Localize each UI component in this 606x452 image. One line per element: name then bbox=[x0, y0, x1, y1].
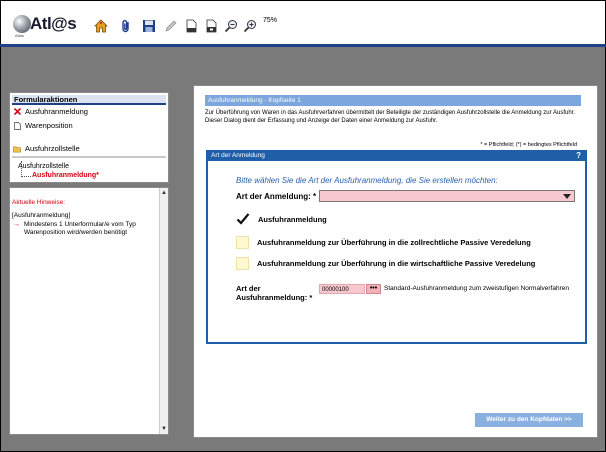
paperclip-icon[interactable] bbox=[118, 18, 133, 33]
export-declaration-code-field[interactable]: 00000100 bbox=[319, 284, 365, 294]
zoom-out-icon[interactable] bbox=[223, 18, 238, 33]
zoom-level: 75% bbox=[263, 17, 278, 24]
export-declaration-description: Standard-Ausfuhranmeldung zum zweistufig… bbox=[384, 285, 569, 292]
sidebar-item-label: Ausfuhrzollstelle bbox=[25, 144, 80, 153]
hints-scrollbar[interactable]: ▲ ▼ bbox=[159, 188, 168, 434]
arrow-right-icon: → bbox=[13, 221, 20, 228]
form-header: Ausfuhranmeldung - Kopfseite 1 bbox=[205, 95, 581, 106]
option-label: Ausfuhranmeldung bbox=[258, 214, 327, 224]
option-ausfuhranmeldung[interactable]: Ausfuhranmeldung bbox=[236, 212, 327, 226]
save-icon[interactable] bbox=[141, 18, 156, 33]
card-title: Art der Anmeldung bbox=[206, 150, 587, 161]
checkmark-icon[interactable] bbox=[236, 212, 250, 226]
sidebar-item-label: Ausfuhranmeldung bbox=[25, 107, 88, 116]
selection-prompt: Bitte wählen Sie die Art der Ausfuhranme… bbox=[236, 176, 498, 185]
next-to-header-data-button[interactable]: Weiter zu den Kopfdaten >> bbox=[475, 413, 583, 427]
logo-subtext: Atlas bbox=[15, 33, 24, 38]
sidebar-item-ausfuhranmeldung[interactable]: Ausfuhranmeldung bbox=[13, 107, 88, 116]
label-line: Ausfuhranmeldung: * bbox=[236, 293, 313, 302]
form-actions-panel: Formularaktionen Ausfuhranmeldung Warenp… bbox=[9, 92, 169, 183]
option-checkbox[interactable] bbox=[236, 236, 249, 249]
frame-border-left bbox=[0, 0, 1, 452]
close-red-icon bbox=[13, 108, 21, 116]
atlas-logo: Atl@s Atlas bbox=[13, 13, 77, 38]
zoom-in-icon[interactable] bbox=[242, 18, 257, 33]
option-zollrechtliche-veredelung[interactable]: Ausfuhranmeldung zur Überführung in die … bbox=[236, 236, 531, 249]
option-wirtschaftliche-veredelung[interactable]: Ausfuhranmeldung zur Überführung in die … bbox=[236, 257, 535, 270]
scroll-down-icon[interactable]: ▼ bbox=[160, 425, 168, 433]
document-icon bbox=[13, 121, 21, 130]
hints-title: Aktuelle Hinweise: bbox=[12, 199, 66, 206]
main-form-panel: Ausfuhranmeldung - Kopfseite 1 Zur Überf… bbox=[193, 85, 598, 438]
hints-message: Mindestens 1 Unterformular/e vom Typ War… bbox=[24, 221, 136, 236]
hints-panel: Aktuelle Hinweise: [Ausfuhranmeldung] → … bbox=[9, 187, 169, 435]
label-line: Art der bbox=[236, 284, 261, 293]
option-checkbox[interactable] bbox=[236, 257, 249, 270]
folder-icon bbox=[13, 145, 21, 153]
chevron-down-icon[interactable] bbox=[563, 194, 571, 199]
scroll-up-icon[interactable]: ▲ bbox=[160, 189, 168, 197]
pencil-icon[interactable] bbox=[163, 18, 178, 33]
declaration-type-select[interactable] bbox=[319, 190, 575, 202]
code-lookup-button[interactable]: ••• bbox=[366, 284, 381, 294]
hints-form-name: [Ausfuhranmeldung] bbox=[12, 212, 71, 219]
logo-text: Atl@s bbox=[30, 14, 77, 33]
sidebar-item-label: Warenposition bbox=[25, 121, 73, 130]
tree-node-ausfuhrzollstelle[interactable]: Ausfuhrzollstelle bbox=[18, 163, 69, 170]
required-legend: * = Pflichtfeld; (*) = bedingtes Pflicht… bbox=[480, 142, 577, 148]
globe-icon bbox=[13, 15, 31, 33]
sidebar-divider bbox=[12, 156, 166, 158]
document-stack-icon[interactable] bbox=[203, 18, 218, 33]
home-icon[interactable] bbox=[93, 18, 108, 33]
option-label: Ausfuhranmeldung zur Überführung in die … bbox=[257, 259, 536, 268]
form-intro-text: Zur Überführung von Waren in das Ausfuhr… bbox=[205, 110, 575, 124]
tree-node-ausfuhranmeldung[interactable]: Ausfuhranmeldung* bbox=[32, 172, 99, 179]
top-toolbar: Atl@s Atlas 75% bbox=[0, 0, 606, 44]
declaration-type-card: Art der Anmeldung ? Bitte wählen Sie die… bbox=[206, 150, 587, 344]
help-icon[interactable]: ? bbox=[576, 150, 581, 161]
declaration-type-label: Art der Anmeldung: * bbox=[236, 192, 317, 201]
sidebar-item-warenposition[interactable]: Warenposition bbox=[13, 121, 73, 130]
document-icon[interactable] bbox=[183, 18, 198, 33]
toolbar-accent-line bbox=[0, 44, 606, 47]
option-label: Ausfuhranmeldung zur Überführung in die … bbox=[257, 238, 531, 247]
export-declaration-type-label: Art der Ausfuhranmeldung: * bbox=[236, 284, 312, 302]
sidebar-item-ausfuhrzollstelle[interactable]: Ausfuhrzollstelle bbox=[13, 144, 80, 153]
form-actions-title: Formularaktionen bbox=[12, 95, 166, 105]
